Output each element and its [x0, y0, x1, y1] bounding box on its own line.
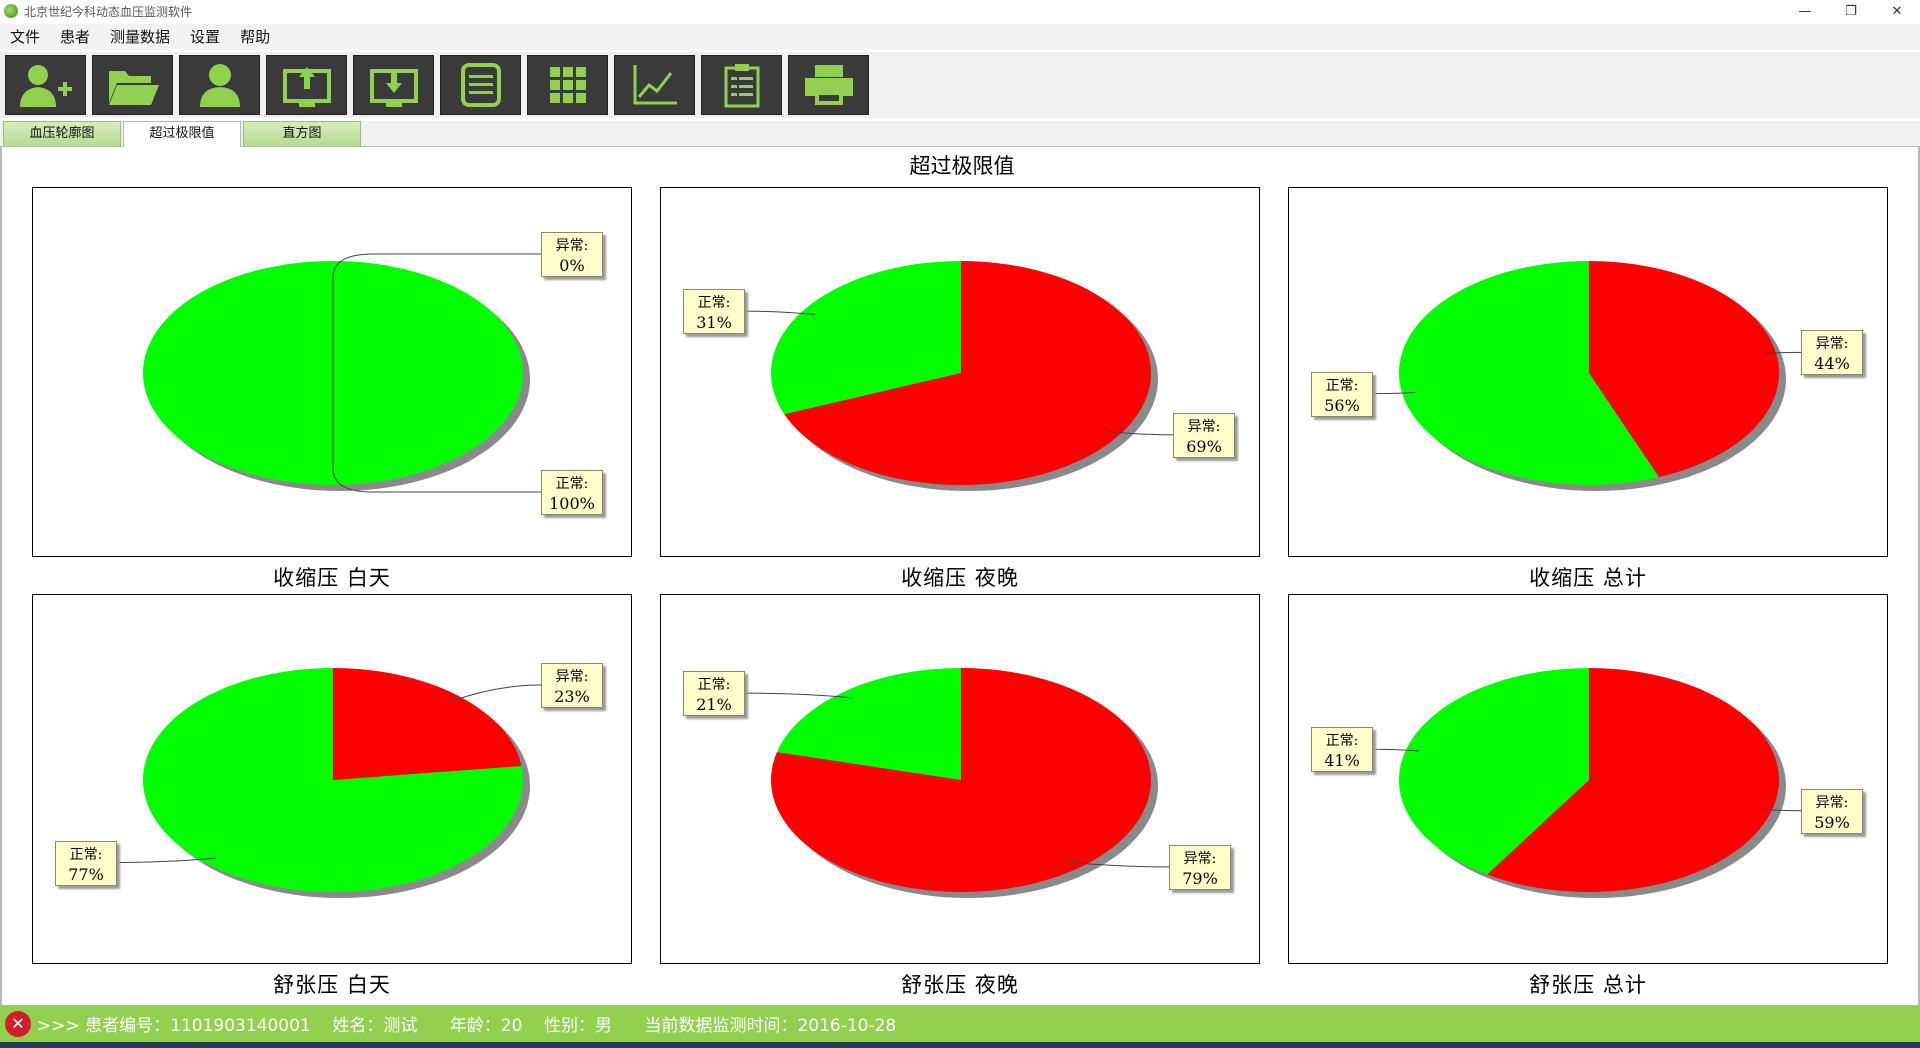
data-label-value: 44% — [1814, 354, 1850, 374]
pie-chart-systolic-day: 异常: 0% 正常: 100% — [32, 187, 632, 557]
chart-title: 收缩压 总计 — [1529, 566, 1647, 590]
minimize-button[interactable]: — — [1782, 0, 1828, 22]
print-icon — [804, 65, 853, 105]
data-label-value: 56% — [1324, 395, 1360, 415]
pie-svg — [116, 668, 542, 898]
data-label-value: 100% — [549, 494, 595, 513]
data-label-value: 21% — [696, 695, 732, 715]
list-button[interactable] — [440, 55, 521, 115]
pie-svg — [744, 261, 1174, 491]
data-label-value: 0% — [559, 256, 585, 275]
tab-histogram[interactable]: 直方图 — [243, 121, 361, 146]
data-label-category: 异常: — [555, 238, 589, 254]
chart-title: 收缩压 夜晚 — [901, 566, 1019, 590]
chart-title: 收缩压 白天 — [273, 566, 391, 590]
pie-svg — [744, 668, 1170, 898]
data-label-category: 正常: — [1325, 377, 1359, 394]
download-icon — [369, 69, 418, 107]
grid-button[interactable] — [527, 55, 608, 115]
chart-title: 舒张压 白天 — [273, 973, 391, 997]
data-label-category: 异常: — [1187, 418, 1221, 435]
abnormal-data-label: 异常: 69% — [1173, 412, 1235, 458]
abnormal-data-label: 异常: 59% — [1801, 788, 1863, 834]
trend-chart-button[interactable] — [614, 55, 695, 115]
grid-icon — [549, 67, 586, 103]
app-logo-icon — [4, 4, 18, 18]
pie-chart-diastolic-day: 异常: 23% 正常: 77% — [32, 594, 632, 964]
pie-chart-diastolic-night: 异常: 79% 正常: 21% — [660, 594, 1260, 964]
data-label-value: 69% — [1186, 436, 1222, 456]
data-label-category: 异常: — [1815, 336, 1849, 353]
chart-title: 舒张压 总计 — [1529, 973, 1647, 997]
data-label-value: 31% — [696, 313, 732, 333]
pie-chart-systolic-night: 异常: 69% 正常: 31% — [660, 187, 1260, 557]
data-label-category: 异常: — [1815, 794, 1849, 811]
window-controls: — ❐ ✕ — [1782, 0, 1920, 22]
data-label-category: 正常: — [1325, 733, 1359, 750]
line-chart-icon — [633, 65, 677, 105]
list-icon — [460, 63, 501, 107]
open-folder-icon — [108, 71, 159, 105]
upload-icon — [282, 67, 331, 107]
clipboard-icon — [724, 64, 759, 108]
abnormal-data-label: 异常: 79% — [1169, 844, 1231, 890]
abnormal-data-label: 异常: 23% — [541, 663, 603, 708]
abnormal-data-label: 异常: 0% — [541, 232, 603, 277]
tab-exceed-limits[interactable]: 超过极限值 — [123, 121, 241, 147]
download-button[interactable] — [353, 55, 434, 115]
data-label-value: 77% — [68, 864, 104, 884]
data-label-category: 正常: — [69, 846, 103, 863]
menu-measurement-data[interactable]: 测量数据 — [100, 24, 180, 50]
normal-data-label: 正常: 21% — [683, 671, 745, 717]
page-title: 超过极限值 — [909, 154, 1015, 178]
open-button[interactable] — [92, 55, 173, 115]
patient-icon — [199, 64, 240, 107]
normal-data-label: 正常: 100% — [541, 470, 603, 515]
add-patient-icon — [19, 65, 72, 107]
data-label-category: 正常: — [555, 476, 589, 492]
patient-status-text: >>> 患者编号：1101903140001 姓名：测试 年龄：20 性别：男 … — [37, 1016, 897, 1036]
data-label-value: 23% — [554, 687, 590, 706]
taskbar-strip — [0, 1042, 1920, 1048]
data-label-category: 正常: — [697, 677, 731, 694]
data-label-value: 79% — [1182, 868, 1218, 888]
tab-bar: 血压轮廓图 超过极限值 直方图 — [0, 121, 1920, 147]
chart-area: 超过极限值 异常: 0% 正常: 100% 收缩压 白天 异常: 69% 正常: 31% 收缩压 … — [0, 147, 1920, 1005]
patient-info-button[interactable] — [179, 55, 260, 115]
close-circle-icon[interactable]: ✕ — [5, 1010, 31, 1037]
tab-bp-profile[interactable]: 血压轮廓图 — [3, 121, 121, 146]
report-button[interactable] — [701, 55, 782, 115]
normal-data-label: 正常: 77% — [55, 840, 117, 886]
pie-svg — [1372, 261, 1802, 491]
menu-file[interactable]: 文件 — [0, 24, 50, 50]
toolbar — [0, 52, 1920, 118]
data-label-value: 41% — [1324, 751, 1360, 771]
menu-patient[interactable]: 患者 — [50, 24, 100, 50]
pie-svg — [1372, 668, 1802, 898]
normal-data-label: 正常: 56% — [1311, 371, 1373, 417]
upload-button[interactable] — [266, 55, 347, 115]
data-label-category: 异常: — [1183, 850, 1217, 867]
status-bar: ✕ >>> 患者编号：1101903140001 姓名：测试 年龄：20 性别：… — [0, 1005, 1920, 1042]
menu-help[interactable]: 帮助 — [230, 24, 280, 50]
pie-slice-abnormal — [333, 668, 522, 780]
title-bar: 北京世纪今科动态血压监测软件 — ❐ ✕ — [0, 0, 1920, 22]
menu-settings[interactable]: 设置 — [180, 24, 230, 50]
pie-chart-systolic-total: 异常: 44% 正常: 56% — [1288, 187, 1888, 557]
abnormal-data-label: 异常: 44% — [1801, 330, 1863, 376]
close-button[interactable]: ✕ — [1874, 0, 1920, 22]
data-label-value: 59% — [1814, 812, 1850, 832]
add-patient-button[interactable] — [5, 55, 86, 115]
normal-data-label: 正常: 41% — [1311, 727, 1373, 773]
restore-button[interactable]: ❐ — [1828, 0, 1874, 22]
chart-title: 舒张压 夜晚 — [901, 973, 1019, 997]
window-title: 北京世纪今科动态血压监测软件 — [24, 4, 193, 19]
data-label-category: 正常: — [697, 295, 731, 312]
print-button[interactable] — [788, 55, 869, 115]
pie-chart-diastolic-total: 异常: 59% 正常: 41% — [1288, 594, 1888, 964]
normal-data-label: 正常: 31% — [683, 289, 745, 335]
menu-bar: 文件 患者 测量数据 设置 帮助 — [0, 24, 1920, 50]
data-label-category: 异常: — [555, 669, 589, 685]
